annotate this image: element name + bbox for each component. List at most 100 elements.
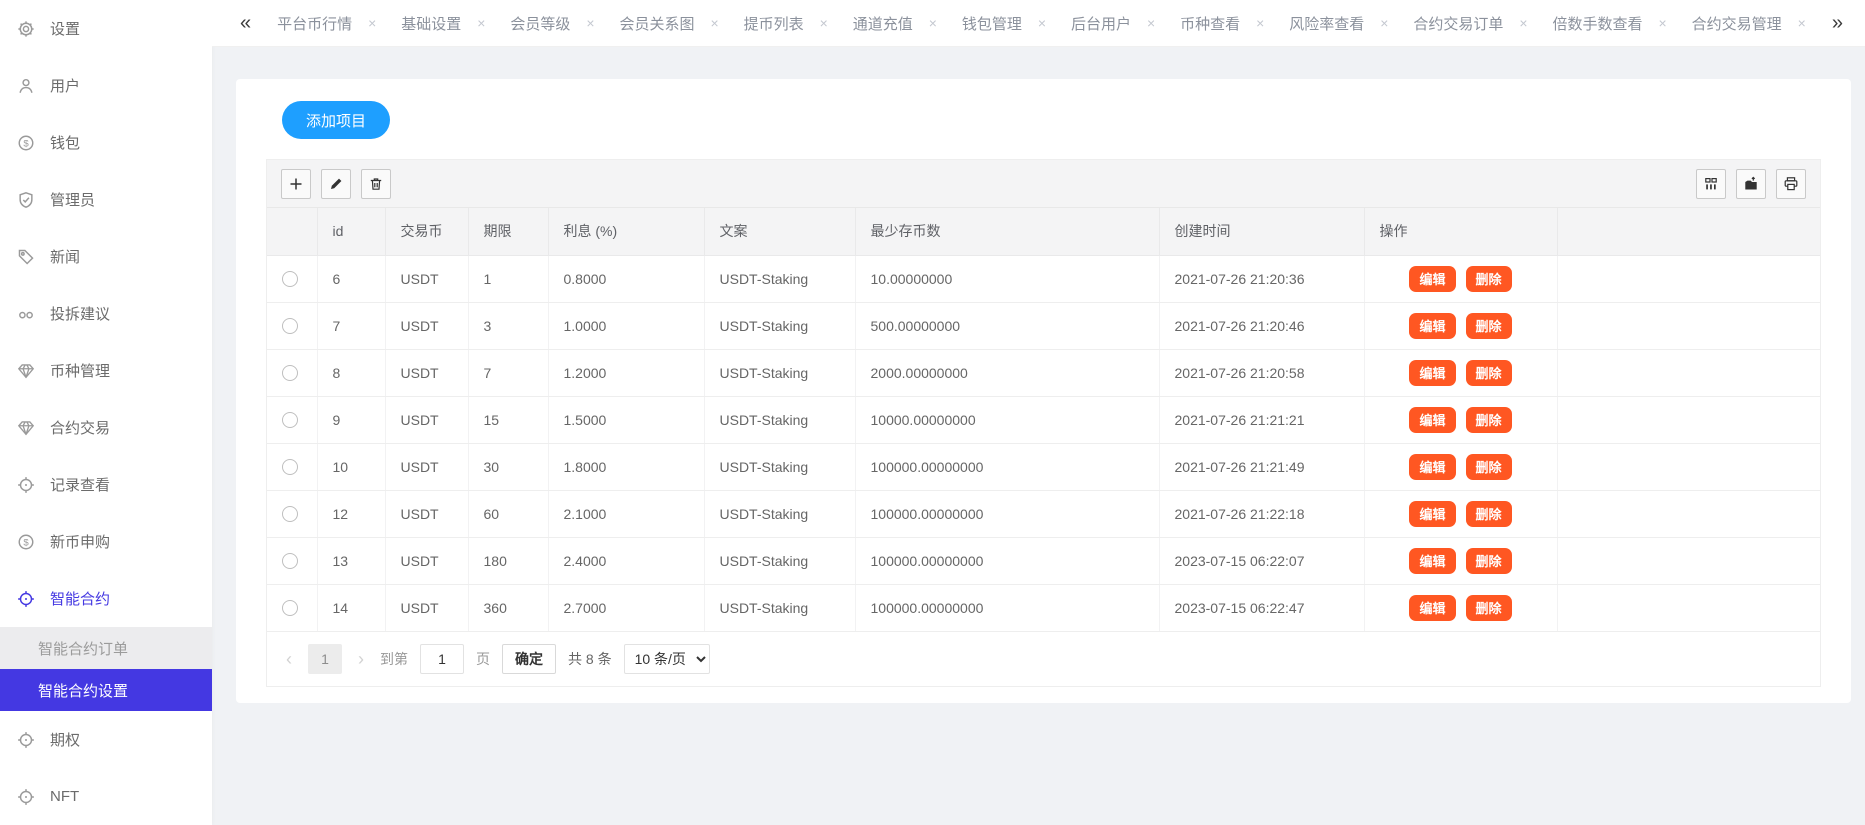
tab-item-12[interactable]: 合约交易管理× (1692, 13, 1806, 34)
delete-button[interactable]: 删除 (1466, 360, 1512, 386)
main-area: « 平台币行情× 基础设置× 会员等级× 会员关系图× 提币列表× 通道充值× 钱包管理× 后… (212, 0, 1865, 825)
table-widget: id交易币期限利息 (%)文案最少存币数创建时间操作 6USDT10.8000U… (266, 159, 1821, 687)
tab-label: 合约交易订单 (1413, 13, 1503, 34)
cell-interest: 1.8000 (548, 443, 704, 490)
edit-button[interactable] (321, 169, 351, 199)
tab-close-icon[interactable]: × (586, 15, 594, 31)
tab-close-icon[interactable]: × (1380, 15, 1388, 31)
row-radio[interactable] (282, 365, 298, 381)
tab-close-icon[interactable]: × (1147, 15, 1155, 31)
sidebar-item-10[interactable]: 智能合约 (0, 570, 212, 627)
edit-button[interactable]: 编辑 (1409, 266, 1455, 292)
sidebar-item-1[interactable]: 用户 (0, 57, 212, 114)
tab-close-icon[interactable]: × (929, 15, 937, 31)
edit-button[interactable]: 编辑 (1409, 595, 1455, 621)
tab-close-icon[interactable]: × (477, 15, 485, 31)
edit-button[interactable]: 编辑 (1409, 501, 1455, 527)
sidebar-subitem-0[interactable]: 智能合约订单 (0, 627, 212, 669)
content-area: 添加项目 id交易币期限利息 (%)文案最少存币数创建时间操作 6USDT10.… (212, 47, 1865, 825)
row-radio[interactable] (282, 553, 298, 569)
cell-term: 3 (468, 302, 548, 349)
tab-close-icon[interactable]: × (1038, 15, 1046, 31)
table-row-6: 13USDT1802.4000USDT-Staking100000.000000… (267, 537, 1820, 584)
delete-button[interactable]: 删除 (1466, 595, 1512, 621)
infinity-icon (17, 305, 35, 323)
tab-close-icon[interactable]: × (368, 15, 376, 31)
delete-button[interactable] (361, 169, 391, 199)
sidebar-item-7[interactable]: 合约交易 (0, 399, 212, 456)
tab-item-10[interactable]: 合约交易订单 × (1413, 13, 1527, 34)
tab-close-icon[interactable]: × (1256, 15, 1264, 31)
delete-button[interactable]: 删除 (1466, 407, 1512, 433)
sidebar-item-5[interactable]: 投拆建议 (0, 285, 212, 342)
tab-close-icon[interactable]: × (1798, 15, 1806, 31)
row-radio[interactable] (282, 459, 298, 475)
sidebar-item-12[interactable]: NFT (0, 768, 212, 825)
sidebar-subitem-1[interactable]: 智能合约设置 (0, 669, 212, 711)
columns-button[interactable] (1696, 169, 1726, 199)
row-radio[interactable] (282, 412, 298, 428)
tab-item-5[interactable]: 通道充值× (853, 13, 937, 34)
row-radio[interactable] (282, 600, 298, 616)
tab-item-4[interactable]: 提币列表× (744, 13, 828, 34)
cell-copy: USDT-Staking (704, 443, 855, 490)
cell-min_deposit: 500.00000000 (855, 302, 1159, 349)
page-size-select[interactable]: 10 条/页 (624, 644, 710, 674)
delete-button[interactable]: 删除 (1466, 454, 1512, 480)
sidebar-item-4[interactable]: 新闻 (0, 228, 212, 285)
edit-button[interactable]: 编辑 (1409, 360, 1455, 386)
sidebar-item-label: 合约交易 (50, 417, 110, 438)
row-radio[interactable] (282, 318, 298, 334)
tab-close-icon[interactable]: × (711, 15, 719, 31)
tab-item-3[interactable]: 会员关系图× (620, 13, 719, 34)
cell-filler (1557, 349, 1820, 396)
add-item-button[interactable]: 添加项目 (282, 101, 390, 139)
cell-actions: 编辑删除 (1364, 490, 1557, 537)
tab-close-icon[interactable]: × (1659, 15, 1667, 31)
edit-button[interactable]: 编辑 (1409, 407, 1455, 433)
sidebar-item-0[interactable]: 设置 (0, 0, 212, 57)
row-radio[interactable] (282, 506, 298, 522)
tab-item-1[interactable]: 基础设置× (401, 13, 485, 34)
confirm-page-button[interactable]: 确定 (502, 644, 556, 674)
sidebar-item-9[interactable]: $新币申购 (0, 513, 212, 570)
tab-item-9[interactable]: 风险率查看× (1289, 13, 1388, 34)
tab-item-2[interactable]: 会员等级× (510, 13, 594, 34)
edit-button[interactable]: 编辑 (1409, 548, 1455, 574)
export-button[interactable] (1736, 169, 1766, 199)
sidebar-item-2[interactable]: $钱包 (0, 114, 212, 171)
current-page-badge[interactable]: 1 (308, 644, 342, 674)
column-select (267, 208, 317, 255)
delete-button[interactable]: 删除 (1466, 266, 1512, 292)
edit-button[interactable]: 编辑 (1409, 313, 1455, 339)
next-page-icon[interactable]: › (354, 650, 368, 668)
sidebar-item-11[interactable]: 期权 (0, 711, 212, 768)
tab-item-7[interactable]: 后台用户× (1071, 13, 1155, 34)
print-button[interactable] (1776, 169, 1806, 199)
tabs-scroll-right-icon[interactable]: » (1832, 13, 1843, 33)
tab-item-8[interactable]: 币种查看× (1180, 13, 1264, 34)
tab-label: 倍数手数查看 (1553, 13, 1643, 34)
sidebar-item-8[interactable]: 记录查看 (0, 456, 212, 513)
tab-close-icon[interactable]: × (820, 15, 828, 31)
goto-page-input[interactable] (420, 644, 464, 674)
tab-item-11[interactable]: 倍数手数查看 × (1553, 13, 1667, 34)
delete-button[interactable]: 删除 (1466, 313, 1512, 339)
delete-button[interactable]: 删除 (1466, 548, 1512, 574)
sidebar-item-label: 投拆建议 (50, 303, 110, 324)
sidebar-item-6[interactable]: 币种管理 (0, 342, 212, 399)
tab-item-0[interactable]: 平台币行情× (277, 13, 376, 34)
delete-button[interactable]: 删除 (1466, 501, 1512, 527)
cell-interest: 1.2000 (548, 349, 704, 396)
cell-coin: USDT (385, 255, 468, 302)
row-radio[interactable] (282, 271, 298, 287)
tab-close-icon[interactable]: × (1519, 15, 1527, 31)
cell-copy: USDT-Staking (704, 255, 855, 302)
prev-page-icon[interactable]: ‹ (282, 650, 296, 668)
sidebar-item-3[interactable]: 管理员 (0, 171, 212, 228)
plus-button[interactable] (281, 169, 311, 199)
tabs-scroll-left-icon[interactable]: « (240, 13, 251, 33)
column-header-6: 创建时间 (1159, 208, 1364, 255)
tab-item-6[interactable]: 钱包管理× (962, 13, 1046, 34)
edit-button[interactable]: 编辑 (1409, 454, 1455, 480)
